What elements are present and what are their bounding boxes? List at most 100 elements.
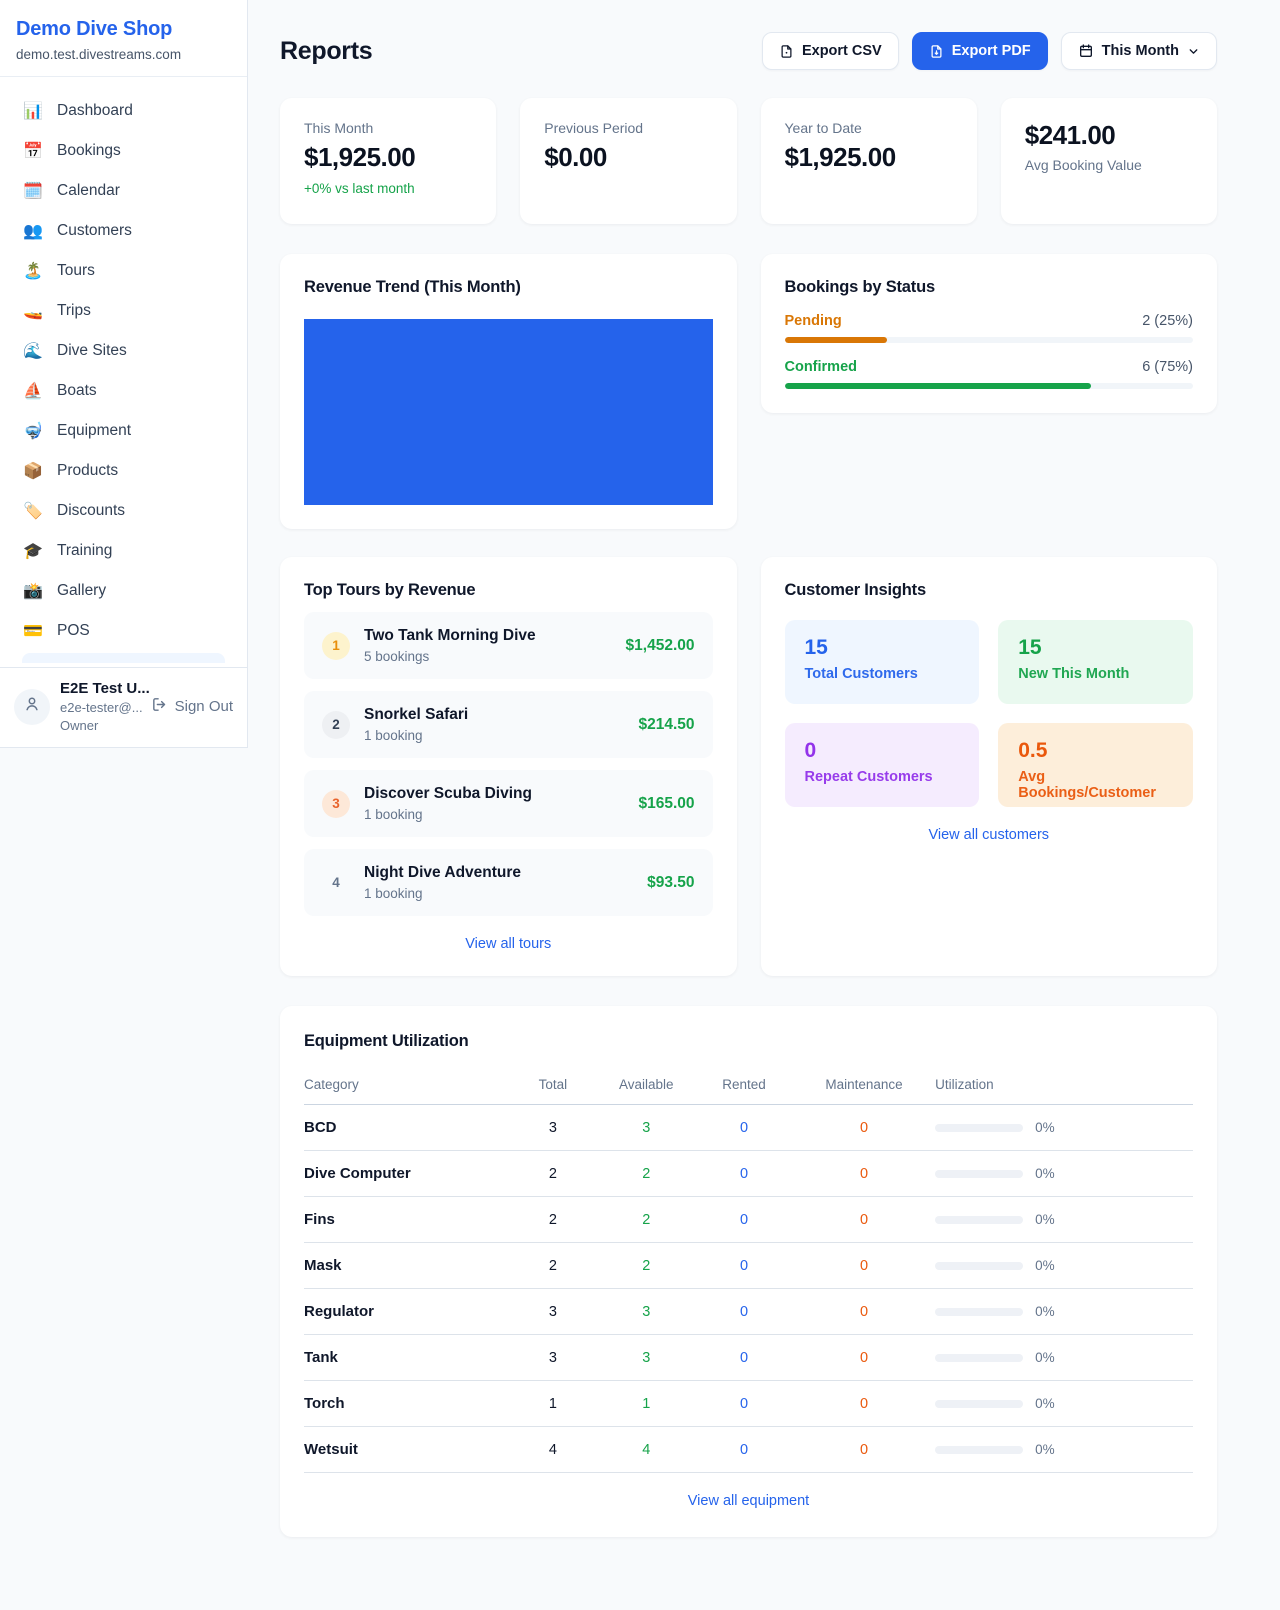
sidebar-nav-item[interactable]: 📸 Gallery	[12, 571, 235, 611]
stat-label: Avg Booking Value	[1025, 157, 1193, 173]
utilization-bar-track	[935, 1400, 1023, 1408]
nav-item-label: Training	[57, 542, 112, 560]
file-icon	[779, 44, 794, 59]
insight-value: 15	[805, 636, 960, 660]
stat-label: This Month	[304, 120, 472, 136]
view-all-customers-link[interactable]: View all customers	[785, 827, 1194, 843]
equipment-category: Torch	[304, 1381, 508, 1427]
status-value: 6 (75%)	[1142, 359, 1193, 375]
equipment-category: Dive Computer	[304, 1151, 508, 1197]
chevron-down-icon	[1187, 45, 1200, 58]
nav-item-label: Discounts	[57, 502, 125, 520]
period-dropdown[interactable]: This Month	[1061, 32, 1217, 70]
tour-rank-badge: 4	[322, 869, 350, 897]
view-all-equipment-link[interactable]: View all equipment	[304, 1493, 1193, 1509]
equipment-total: 3	[508, 1105, 597, 1151]
export-pdf-button[interactable]: Export PDF	[912, 32, 1048, 70]
equipment-rented: 0	[695, 1335, 793, 1381]
utilization-percent: 0%	[1035, 1442, 1055, 1457]
sidebar-nav-item[interactable]: 📦 Products	[12, 451, 235, 491]
equipment-available: 3	[597, 1289, 695, 1335]
tour-revenue: $93.50	[647, 874, 694, 892]
sidebar-user-footer: E2E Test U... e2e-tester@... Owner Sign …	[0, 667, 247, 747]
sidebar-nav-item[interactable]: 🌊 Dive Sites	[12, 331, 235, 371]
nav-item-label: Dashboard	[57, 102, 133, 120]
status-row: Pending 2 (25%)	[785, 313, 1194, 343]
equipment-rented: 0	[695, 1197, 793, 1243]
equipment-maintenance: 0	[793, 1427, 935, 1473]
status-value: 2 (25%)	[1142, 313, 1193, 329]
nav-item-icon: 📸	[22, 581, 44, 601]
tour-revenue: $214.50	[638, 716, 694, 734]
sidebar-nav: 📊 Dashboard 📅 Bookings 🗓️ Calendar 👥 Cus…	[0, 77, 247, 667]
sidebar-nav-item[interactable]: 🏷️ Discounts	[12, 491, 235, 531]
sidebar: Demo Dive Shop demo.test.divestreams.com…	[0, 0, 248, 748]
insight-tile: 0 Repeat Customers	[785, 723, 980, 807]
export-csv-button[interactable]: Export CSV	[762, 32, 899, 70]
equipment-row: BCD 3 3 0 0 0%	[304, 1105, 1193, 1151]
equipment-row: Regulator 3 3 0 0 0%	[304, 1289, 1193, 1335]
equipment-available: 2	[597, 1243, 695, 1289]
sidebar-nav-item[interactable]: ⛵ Boats	[12, 371, 235, 411]
equipment-row: Fins 2 2 0 0 0%	[304, 1197, 1193, 1243]
nav-item-icon: 📊	[22, 101, 44, 121]
stat-value: $0.00	[544, 142, 712, 173]
period-label: This Month	[1102, 43, 1179, 59]
top-tours-card: Top Tours by Revenue 1 Two Tank Morning …	[280, 557, 737, 976]
tour-name: Two Tank Morning Dive	[364, 627, 626, 645]
utilization-cell: 0%	[935, 1350, 1193, 1365]
sidebar-nav-item[interactable]: 📅 Bookings	[12, 131, 235, 171]
tour-row: 4 Night Dive Adventure 1 booking $93.50	[304, 849, 713, 916]
customer-insights-title: Customer Insights	[785, 581, 1194, 600]
nav-item-icon: 📦	[22, 461, 44, 481]
equipment-available: 4	[597, 1427, 695, 1473]
equipment-total: 1	[508, 1381, 597, 1427]
sidebar-nav-item[interactable]: 🎓 Training	[12, 531, 235, 571]
equipment-category: BCD	[304, 1105, 508, 1151]
col-utilization: Utilization	[935, 1069, 1193, 1105]
sidebar-nav-item[interactable]: 📊 Dashboard	[12, 91, 235, 131]
utilization-bar-track	[935, 1170, 1023, 1178]
equipment-row: Mask 2 2 0 0 0%	[304, 1243, 1193, 1289]
sidebar-nav-item[interactable]: 🚤 Trips	[12, 291, 235, 331]
equipment-row: Tank 3 3 0 0 0%	[304, 1335, 1193, 1381]
nav-item-label: Equipment	[57, 422, 131, 440]
sidebar-nav-item[interactable]: 🗓️ Calendar	[12, 171, 235, 211]
sign-out-button[interactable]: Sign Out	[151, 696, 233, 717]
insight-value: 15	[1018, 636, 1173, 660]
sidebar-nav-item[interactable]: 👥 Customers	[12, 211, 235, 251]
utilization-percent: 0%	[1035, 1258, 1055, 1273]
nav-item-label: POS	[57, 622, 90, 640]
equipment-total: 3	[508, 1289, 597, 1335]
insight-tile: 0.5 Avg Bookings/Customer	[998, 723, 1193, 807]
sidebar-header: Demo Dive Shop demo.test.divestreams.com	[0, 0, 247, 77]
nav-item-label: Trips	[57, 302, 91, 320]
stat-card: This Month $1,925.00 +0% vs last month	[280, 98, 496, 224]
tour-revenue: $165.00	[638, 795, 694, 813]
insight-tile: 15 New This Month	[998, 620, 1193, 704]
stat-label: Year to Date	[785, 120, 953, 136]
view-all-tours-link[interactable]: View all tours	[304, 936, 713, 952]
sidebar-nav-item[interactable]: 💳 POS	[12, 611, 235, 651]
equipment-maintenance: 0	[793, 1105, 935, 1151]
col-rented: Rented	[695, 1069, 793, 1105]
nav-item-icon: 🎓	[22, 541, 44, 561]
shop-name[interactable]: Demo Dive Shop	[16, 18, 231, 41]
sidebar-nav-item[interactable]: 🏝️ Tours	[12, 251, 235, 291]
bookings-by-status-card: Bookings by Status Pending 2 (25%) Confi…	[761, 254, 1218, 413]
utilization-percent: 0%	[1035, 1120, 1055, 1135]
tour-rank-badge: 1	[322, 632, 350, 660]
calendar-icon	[1078, 43, 1094, 59]
utilization-cell: 0%	[935, 1442, 1193, 1457]
utilization-cell: 0%	[935, 1258, 1193, 1273]
sidebar-nav-item[interactable]: 🤿 Equipment	[12, 411, 235, 451]
equipment-total: 3	[508, 1335, 597, 1381]
stat-delta: +0% vs last month	[304, 181, 472, 196]
utilization-percent: 0%	[1035, 1166, 1055, 1181]
top-tours-title: Top Tours by Revenue	[304, 581, 713, 600]
nav-item-icon: 🗓️	[22, 181, 44, 201]
insight-label: Repeat Customers	[805, 769, 960, 785]
page-header: Reports Export CSV Export PDF	[280, 32, 1217, 70]
sign-out-icon	[151, 696, 168, 717]
utilization-cell: 0%	[935, 1212, 1193, 1227]
